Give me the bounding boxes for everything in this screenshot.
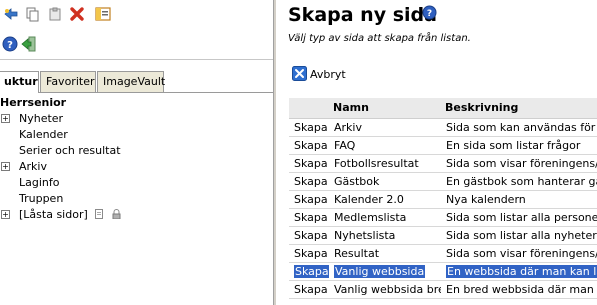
paste-icon[interactable] [46, 5, 64, 23]
exit-icon[interactable] [20, 35, 38, 53]
tree-item-label: Nyheter [19, 112, 64, 125]
tree-item-label: Kalender [19, 128, 68, 141]
column-header-name: Namn [329, 98, 441, 119]
help-icon[interactable]: ? [422, 5, 437, 20]
table-row-selected: Skapa Vanlig webbsida En webbsida där ma… [289, 262, 597, 281]
page-type-description: En sida som listar frågor [441, 136, 597, 155]
table-row: Skapa Kalender 2.0 Nya kalendern [289, 190, 597, 209]
tree-item-label: Serier och resultat [19, 144, 121, 157]
page-title: Skapa ny sida [288, 4, 437, 26]
table-row: Skapa Medlemslista Sida som listar alla … [289, 208, 597, 227]
preview-icon[interactable] [94, 5, 112, 23]
page-type-description: En webbsida där man kan lägga [441, 262, 597, 281]
create-link[interactable]: Skapa [289, 208, 329, 227]
tree-item-label: [Låsta sidor] [19, 208, 88, 221]
selected-text: Vanlig webbsida [334, 264, 426, 278]
page-type-name: FAQ [329, 136, 441, 155]
delete-icon[interactable] [68, 5, 86, 23]
tab-favorites-label: Favoriter [46, 75, 95, 88]
tab-imagevault[interactable]: ImageVault [97, 71, 166, 92]
selected-text: Skapa [294, 264, 329, 278]
tab-structure-label: uktur [4, 75, 38, 88]
page-type-name: Resultat [329, 244, 441, 263]
tab-structure[interactable]: uktur [0, 71, 39, 93]
tree-item-arkiv[interactable]: + Arkiv [0, 159, 273, 175]
toolbar-row-2: ? [0, 32, 273, 58]
tabs-divider [0, 92, 273, 93]
tree-item-nyheter[interactable]: + Nyheter [0, 111, 273, 127]
cancel-label: Avbryt [310, 68, 346, 81]
create-link[interactable]: Skapa [289, 118, 329, 137]
svg-text:?: ? [427, 9, 432, 19]
tab-imagevault-label: ImageVault [103, 75, 166, 88]
create-link[interactable]: Skapa [289, 172, 329, 191]
page-type-table: Namn Beskrivning Skapa Arkiv Sida som ka… [289, 98, 597, 299]
expand-icon[interactable]: + [1, 210, 10, 219]
column-header-description: Beskrivning [441, 98, 597, 119]
table-row: Skapa FAQ En sida som listar frågor [289, 136, 597, 155]
table-row: Skapa Resultat Sida som visar föreningen… [289, 244, 597, 263]
tree-item-locked-pages[interactable]: + [Låsta sidor] [0, 207, 273, 223]
create-link[interactable]: Skapa [289, 244, 329, 263]
page-type-name: Gästbok [329, 172, 441, 191]
create-link[interactable]: Skapa [289, 190, 329, 209]
structure-panel: ? uktur Favoriter ImageVault Herrsenior … [0, 0, 273, 305]
table-row: Skapa Arkiv Sida som kan användas för at… [289, 118, 597, 137]
page-type-name: Arkiv [329, 118, 441, 137]
page-type-description: Sida som visar föreningens/lage [441, 244, 597, 263]
tree-item-label: Laginfo [19, 176, 60, 189]
tree-item-laginfo[interactable]: Laginfo [0, 175, 273, 191]
page-type-description: En gästbok som hanterar gästb [441, 172, 597, 191]
create-link[interactable]: Skapa [289, 262, 329, 281]
tree-item-truppen[interactable]: Truppen [0, 191, 273, 207]
copy-icon[interactable] [24, 5, 42, 23]
page-type-name: Vanlig webbsida bred [329, 280, 441, 299]
table-row: Skapa Gästbok En gästbok som hanterar gä… [289, 172, 597, 191]
table-header-row: Namn Beskrivning [289, 98, 597, 119]
expand-icon[interactable]: + [1, 114, 10, 123]
column-header-action [289, 98, 329, 119]
tree-root[interactable]: Herrsenior [0, 96, 66, 109]
help-icon[interactable]: ? [1, 35, 19, 53]
tree-item-label: Truppen [19, 192, 64, 205]
table-row: Skapa Nyhetslista Sida som listar alla n… [289, 226, 597, 245]
create-link[interactable]: Skapa [289, 226, 329, 245]
create-link[interactable]: Skapa [289, 136, 329, 155]
page-type-name: Nyhetslista [329, 226, 441, 245]
expand-icon[interactable]: + [1, 162, 10, 171]
create-link[interactable]: Skapa [289, 154, 329, 173]
create-link[interactable]: Skapa [289, 280, 329, 299]
page-subtitle: Välj typ av sida att skapa från listan. [288, 33, 471, 44]
panel-tabs: uktur Favoriter ImageVault [0, 71, 273, 93]
new-page-icon[interactable] [2, 5, 20, 23]
table-row: Skapa Fotbollsresultat Sida som visar fö… [289, 154, 597, 173]
page-type-description: Sida som listar alla personer so [441, 208, 597, 227]
page-type-description: Nya kalendern [441, 190, 597, 209]
cancel-icon [292, 66, 307, 81]
toolbar-row-1 [0, 2, 273, 28]
page-type-description: Sida som listar alla nyheter i akt [441, 226, 597, 245]
create-page-panel: Skapa ny sida ? Välj typ av sida att ska… [277, 0, 597, 305]
tree-item-serier-och-resultat[interactable]: Serier och resultat [0, 143, 273, 159]
tree-item-kalender[interactable]: Kalender [0, 127, 273, 143]
page-type-name: Fotbollsresultat [329, 154, 441, 173]
toolbar-divider [0, 59, 273, 60]
tab-favorites[interactable]: Favoriter [40, 71, 96, 92]
page-icon [95, 209, 104, 219]
page-type-name: Vanlig webbsida [329, 262, 441, 281]
page-type-description: Sida som kan användas för att v [441, 118, 597, 137]
page-type-description: Sida som visar föreningens/lage [441, 154, 597, 173]
svg-text:?: ? [7, 40, 13, 51]
tree-item-label-wrap: [Låsta sidor] [19, 208, 121, 221]
page-type-name: Medlemslista [329, 208, 441, 227]
table-row: Skapa Vanlig webbsida bred En bred webbs… [289, 280, 597, 299]
lock-icon [112, 209, 121, 220]
tree-item-label: Arkiv [19, 160, 47, 173]
page-type-description: En bred webbsida där man kan [441, 280, 597, 299]
selected-text: En webbsida där man kan lägga [446, 264, 597, 278]
page-type-name: Kalender 2.0 [329, 190, 441, 209]
